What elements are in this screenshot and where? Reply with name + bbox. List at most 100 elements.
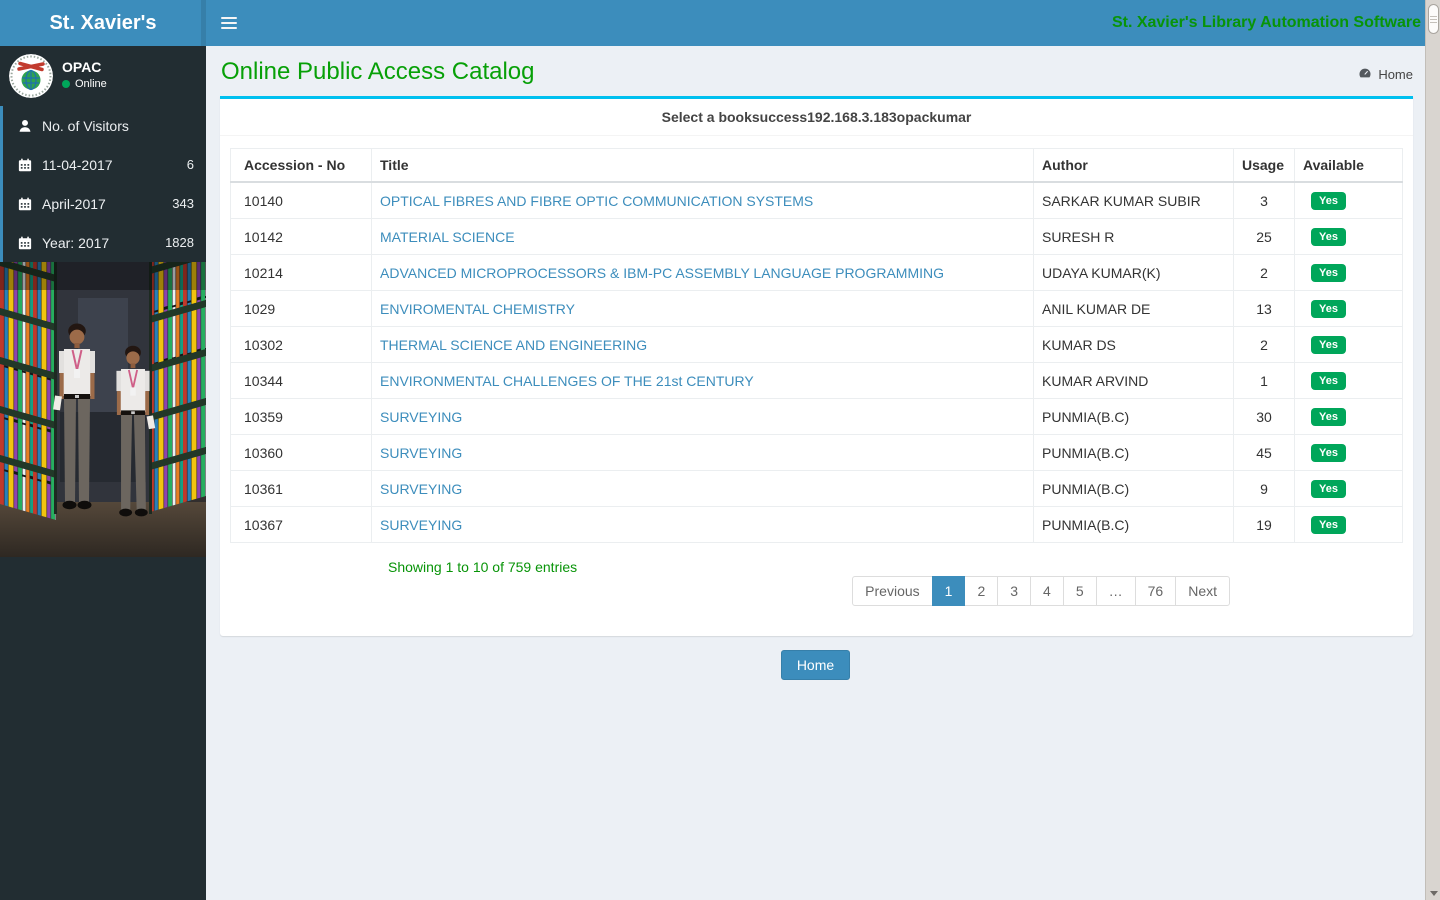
available-badge: Yes <box>1311 372 1346 390</box>
table-row: 10367 SURVEYING PUNMIA(B.C) 19 Yes <box>231 507 1403 543</box>
table-row: 10142 MATERIAL SCIENCE SURESH R 25 Yes <box>231 219 1403 255</box>
entries-info: Showing 1 to 10 of 759 entries <box>388 559 577 575</box>
pagination-page-1[interactable]: 1 <box>932 576 966 606</box>
catalog-box: Select a booksuccess192.168.3.183opackum… <box>220 96 1413 636</box>
pagination-page-76[interactable]: 76 <box>1135 576 1177 606</box>
pagination-next[interactable]: Next <box>1175 576 1230 606</box>
online-status-icon <box>62 80 70 88</box>
scrollbar-down-arrow-icon[interactable] <box>1426 886 1440 900</box>
author-cell: ANIL KUMAR DE <box>1034 291 1234 327</box>
sidebar: OPAC Online No. of Visitors 11-04-2017 6 <box>0 46 206 900</box>
accession-cell: 10359 <box>231 399 372 435</box>
accession-cell: 10302 <box>231 327 372 363</box>
book-title-link[interactable]: OPTICAL FIBRES AND FIBRE OPTIC COMMUNICA… <box>380 193 813 209</box>
pagination-page-3[interactable]: 3 <box>997 576 1031 606</box>
accession-cell: 10140 <box>231 182 372 219</box>
pagination-page-5[interactable]: 5 <box>1063 576 1097 606</box>
available-badge: Yes <box>1311 264 1346 282</box>
usage-cell: 30 <box>1234 399 1295 435</box>
accession-cell: 10344 <box>231 363 372 399</box>
accession-cell: 1029 <box>231 291 372 327</box>
book-title-link[interactable]: SURVEYING <box>380 409 462 425</box>
table-row: 10214 ADVANCED MICROPROCESSORS & IBM-PC … <box>231 255 1403 291</box>
column-header-available: Available <box>1295 149 1403 183</box>
author-cell: PUNMIA(B.C) <box>1034 435 1234 471</box>
table-row: 10344 ENVIRONMENTAL CHALLENGES OF THE 21… <box>231 363 1403 399</box>
book-title-link[interactable]: SURVEYING <box>380 445 462 461</box>
sidebar-toggle-button[interactable] <box>206 0 252 46</box>
table-row: 10360 SURVEYING PUNMIA(B.C) 45 Yes <box>231 435 1403 471</box>
home-button[interactable]: Home <box>781 650 850 680</box>
usage-cell: 1 <box>1234 363 1295 399</box>
college-emblem-icon <box>9 54 53 98</box>
pagination-page-2[interactable]: 2 <box>964 576 998 606</box>
column-header-accession: Accession - No <box>231 149 372 183</box>
top-navbar: St. Xavier's Library Automation Software <box>206 0 1425 46</box>
sidebar-item-year-count[interactable]: Year: 2017 1828 <box>3 223 206 262</box>
students-in-library-photo <box>0 262 206 557</box>
pagination-previous[interactable]: Previous <box>852 576 932 606</box>
window-scrollbar[interactable] <box>1425 0 1440 900</box>
breadcrumb-home[interactable]: Home <box>1378 67 1413 82</box>
author-cell: UDAYA KUMAR(K) <box>1034 255 1234 291</box>
opac-app: St. Xavier's St. Xavier's Library Automa… <box>0 0 1440 900</box>
sidebar-item-value: 1828 <box>165 235 196 250</box>
usage-cell: 45 <box>1234 435 1295 471</box>
sidebar-item-month-count[interactable]: April-2017 343 <box>3 184 206 223</box>
catalog-table: Accession - No Title Author Usage Availa… <box>230 148 1403 543</box>
usage-cell: 19 <box>1234 507 1295 543</box>
book-title-link[interactable]: SURVEYING <box>380 517 462 533</box>
table-header-row: Accession - No Title Author Usage Availa… <box>231 149 1403 183</box>
book-title-link[interactable]: ENVIROMENTAL CHEMISTRY <box>380 301 575 317</box>
usage-cell: 2 <box>1234 327 1295 363</box>
book-title-link[interactable]: THERMAL SCIENCE AND ENGINEERING <box>380 337 647 353</box>
available-badge: Yes <box>1311 300 1346 318</box>
accession-cell: 10214 <box>231 255 372 291</box>
calendar-icon <box>15 197 34 211</box>
author-cell: KUMAR ARVIND <box>1034 363 1234 399</box>
available-badge: Yes <box>1311 228 1346 246</box>
app-title: St. Xavier's Library Automation Software <box>1112 0 1421 46</box>
available-badge: Yes <box>1311 408 1346 426</box>
sidebar-menu: No. of Visitors 11-04-2017 6 April-2017 … <box>0 106 206 262</box>
calendar-icon <box>15 158 34 172</box>
author-cell: KUMAR DS <box>1034 327 1234 363</box>
usage-cell: 25 <box>1234 219 1295 255</box>
column-header-usage: Usage <box>1234 149 1295 183</box>
accession-cell: 10360 <box>231 435 372 471</box>
usage-cell: 13 <box>1234 291 1295 327</box>
menu-icon <box>221 17 237 19</box>
book-title-link[interactable]: MATERIAL SCIENCE <box>380 229 515 245</box>
sidebar-item-visitors[interactable]: No. of Visitors <box>3 106 206 145</box>
main-header: St. Xavier's St. Xavier's Library Automa… <box>0 0 1425 46</box>
author-cell: PUNMIA(B.C) <box>1034 399 1234 435</box>
sidebar-item-day-count[interactable]: 11-04-2017 6 <box>3 145 206 184</box>
scrollbar-thumb[interactable] <box>1428 4 1439 34</box>
sidebar-item-label: April-2017 <box>42 196 106 212</box>
usage-cell: 9 <box>1234 471 1295 507</box>
content-wrapper: Online Public Access Catalog Home Select… <box>206 46 1425 900</box>
sidebar-item-label: No. of Visitors <box>42 118 129 134</box>
available-badge: Yes <box>1311 480 1346 498</box>
user-panel: OPAC Online <box>0 46 206 106</box>
breadcrumb[interactable]: Home <box>1358 66 1413 82</box>
dashboard-icon <box>1358 66 1372 82</box>
book-title-link[interactable]: SURVEYING <box>380 481 462 497</box>
sidebar-item-label: 11-04-2017 <box>42 157 113 173</box>
table-row: 10359 SURVEYING PUNMIA(B.C) 30 Yes <box>231 399 1403 435</box>
catalog-box-body: Accession - No Title Author Usage Availa… <box>220 136 1413 636</box>
pagination-page-4[interactable]: 4 <box>1030 576 1064 606</box>
author-cell: PUNMIA(B.C) <box>1034 507 1234 543</box>
accession-cell: 10142 <box>231 219 372 255</box>
book-title-link[interactable]: ENVIRONMENTAL CHALLENGES OF THE 21st CEN… <box>380 373 754 389</box>
brand-logo[interactable]: St. Xavier's <box>0 0 206 46</box>
pagination-ellipsis: … <box>1096 576 1136 606</box>
column-header-title: Title <box>372 149 1034 183</box>
home-button-row: Home <box>206 650 1425 680</box>
content-body: Select a booksuccess192.168.3.183opackum… <box>206 96 1425 680</box>
author-cell: PUNMIA(B.C) <box>1034 471 1234 507</box>
book-title-link[interactable]: ADVANCED MICROPROCESSORS & IBM-PC ASSEMB… <box>380 265 944 281</box>
available-badge: Yes <box>1311 192 1346 210</box>
table-controls: Showing 1 to 10 of 759 entries Previous … <box>230 543 1403 626</box>
available-badge: Yes <box>1311 336 1346 354</box>
